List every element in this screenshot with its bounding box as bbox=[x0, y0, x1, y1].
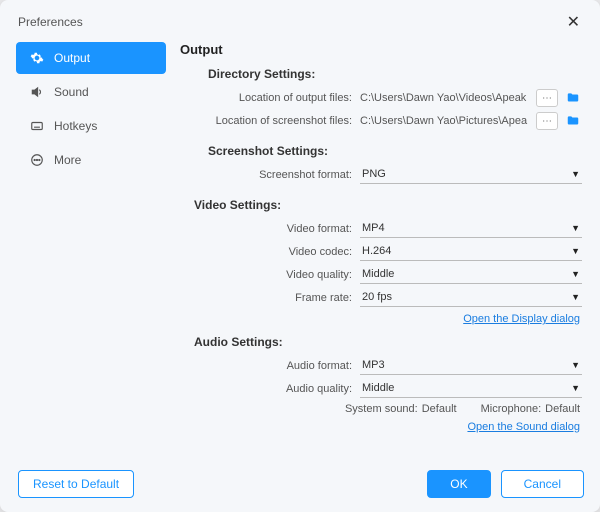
ok-button[interactable]: OK bbox=[427, 470, 490, 498]
folder-icon[interactable] bbox=[564, 91, 582, 105]
select-value: H.264 bbox=[362, 245, 391, 257]
value-system-sound: Default bbox=[422, 403, 457, 415]
select-audio-quality[interactable]: Middle ▼ bbox=[360, 380, 582, 398]
row-frame-rate: Frame rate: 20 fps ▼ bbox=[180, 289, 582, 307]
chevron-down-icon: ▼ bbox=[571, 383, 580, 393]
row-video-quality: Video quality: Middle ▼ bbox=[180, 266, 582, 284]
row-video-format: Video format: MP4 ▼ bbox=[180, 220, 582, 238]
select-screenshot-format[interactable]: PNG ▼ bbox=[360, 166, 582, 184]
section-screenshot: Screenshot Settings: bbox=[208, 144, 582, 158]
label-video-format: Video format: bbox=[180, 223, 360, 235]
close-icon[interactable]: ✕ bbox=[561, 10, 586, 34]
select-value: 20 fps bbox=[362, 291, 392, 303]
label-screenshot-format: Screenshot format: bbox=[180, 169, 360, 181]
section-directory: Directory Settings: bbox=[208, 67, 582, 81]
screenshot-path: C:\Users\Dawn Yao\Pictures\Apea bbox=[360, 115, 530, 127]
chevron-down-icon: ▼ bbox=[571, 292, 580, 302]
sidebar-item-hotkeys[interactable]: Hotkeys bbox=[16, 110, 166, 142]
page-title: Output bbox=[180, 42, 582, 57]
audio-defaults: System sound:Default Microphone:Default bbox=[180, 403, 580, 415]
output-path: C:\Users\Dawn Yao\Videos\Apeak bbox=[360, 92, 530, 104]
open-display-dialog-link[interactable]: Open the Display dialog bbox=[180, 313, 580, 325]
select-value: MP3 bbox=[362, 359, 385, 371]
label-audio-format: Audio format: bbox=[180, 360, 360, 372]
sidebar-item-label: More bbox=[54, 153, 81, 167]
select-value: PNG bbox=[362, 168, 386, 180]
label-audio-quality: Audio quality: bbox=[180, 383, 360, 395]
sidebar: Output Sound Hotkeys More bbox=[16, 42, 166, 460]
preferences-window: Preferences ✕ Output Sound Hotkeys bbox=[0, 0, 600, 512]
label-frame-rate: Frame rate: bbox=[180, 292, 360, 304]
row-output-location: Location of output files: C:\Users\Dawn … bbox=[180, 89, 582, 107]
select-video-codec[interactable]: H.264 ▼ bbox=[360, 243, 582, 261]
reset-button[interactable]: Reset to Default bbox=[18, 470, 134, 498]
sidebar-item-sound[interactable]: Sound bbox=[16, 76, 166, 108]
select-video-format[interactable]: MP4 ▼ bbox=[360, 220, 582, 238]
open-sound-dialog-link[interactable]: Open the Sound dialog bbox=[180, 421, 580, 433]
row-video-codec: Video codec: H.264 ▼ bbox=[180, 243, 582, 261]
cancel-button[interactable]: Cancel bbox=[501, 470, 584, 498]
window-title: Preferences bbox=[18, 15, 83, 29]
body: Output Sound Hotkeys More bbox=[0, 42, 600, 460]
label-video-codec: Video codec: bbox=[180, 246, 360, 258]
sound-icon bbox=[30, 85, 44, 99]
more-icon bbox=[30, 153, 44, 167]
section-audio: Audio Settings: bbox=[194, 335, 582, 349]
footer: Reset to Default OK Cancel bbox=[0, 460, 600, 512]
chevron-down-icon: ▼ bbox=[571, 360, 580, 370]
sidebar-item-label: Output bbox=[54, 51, 90, 65]
keyboard-icon bbox=[30, 119, 44, 133]
chevron-down-icon: ▼ bbox=[571, 246, 580, 256]
row-audio-quality: Audio quality: Middle ▼ bbox=[180, 380, 582, 398]
sidebar-item-label: Hotkeys bbox=[54, 119, 97, 133]
browse-output-button[interactable]: ⋯ bbox=[536, 89, 558, 107]
label-output-location: Location of output files: bbox=[180, 92, 360, 104]
sidebar-item-label: Sound bbox=[54, 85, 89, 99]
folder-icon[interactable] bbox=[564, 114, 582, 128]
row-screenshot-location: Location of screenshot files: C:\Users\D… bbox=[180, 112, 582, 130]
row-screenshot-format: Screenshot format: PNG ▼ bbox=[180, 166, 582, 184]
browse-screenshot-button[interactable]: ⋯ bbox=[536, 112, 558, 130]
select-value: Middle bbox=[362, 382, 394, 394]
select-value: Middle bbox=[362, 268, 394, 280]
chevron-down-icon: ▼ bbox=[571, 169, 580, 179]
sidebar-item-more[interactable]: More bbox=[16, 144, 166, 176]
gear-icon bbox=[30, 51, 44, 65]
label-system-sound: System sound: bbox=[345, 403, 418, 415]
select-video-quality[interactable]: Middle ▼ bbox=[360, 266, 582, 284]
select-audio-format[interactable]: MP3 ▼ bbox=[360, 357, 582, 375]
section-video: Video Settings: bbox=[194, 198, 582, 212]
label-microphone: Microphone: bbox=[481, 403, 542, 415]
chevron-down-icon: ▼ bbox=[571, 269, 580, 279]
label-screenshot-location: Location of screenshot files: bbox=[180, 115, 360, 127]
value-microphone: Default bbox=[545, 403, 580, 415]
select-frame-rate[interactable]: 20 fps ▼ bbox=[360, 289, 582, 307]
main-panel: Output Directory Settings: Location of o… bbox=[166, 42, 586, 460]
select-value: MP4 bbox=[362, 222, 385, 234]
label-video-quality: Video quality: bbox=[180, 269, 360, 281]
sidebar-item-output[interactable]: Output bbox=[16, 42, 166, 74]
chevron-down-icon: ▼ bbox=[571, 223, 580, 233]
row-audio-format: Audio format: MP3 ▼ bbox=[180, 357, 582, 375]
titlebar: Preferences ✕ bbox=[0, 0, 600, 42]
